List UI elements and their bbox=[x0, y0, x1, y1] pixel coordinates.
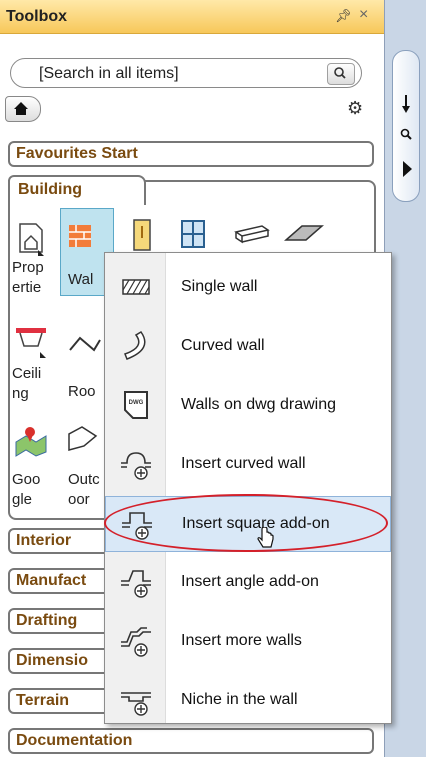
category-label: Drafting bbox=[16, 612, 78, 629]
search-box[interactable]: [Search in all items] bbox=[10, 58, 362, 88]
play-arrow-icon[interactable] bbox=[401, 159, 413, 179]
tool-label: Goo bbox=[12, 471, 41, 488]
wall-type-menu: Single wall Curved wall DWG Walls on dwg… bbox=[104, 252, 392, 724]
tool-label: gle bbox=[12, 491, 33, 508]
gear-icon[interactable]: ⚙ bbox=[347, 98, 363, 119]
tool-google[interactable]: Goo gle bbox=[10, 470, 60, 512]
google-map-icon[interactable] bbox=[14, 424, 50, 458]
menu-item-label: Niche in the wall bbox=[181, 691, 298, 708]
menu-item-insert-more-walls[interactable]: Insert more walls bbox=[105, 614, 391, 670]
slab-icon[interactable] bbox=[282, 222, 326, 246]
menu-item-dwg-walls[interactable]: DWG Walls on dwg drawing bbox=[105, 378, 391, 434]
menu-item-single-wall[interactable]: Single wall bbox=[105, 260, 391, 316]
breadcrumb: ⚙ bbox=[5, 96, 365, 122]
niche-icon bbox=[121, 692, 151, 716]
search-input[interactable]: [Search in all items] bbox=[39, 65, 179, 83]
tool-ceiling[interactable]: Ceili ng bbox=[10, 364, 60, 406]
tool-label: ng bbox=[12, 385, 29, 402]
home-button[interactable] bbox=[5, 96, 41, 122]
menu-item-insert-angle-add-on[interactable]: Insert angle add-on bbox=[105, 555, 391, 611]
menu-item-label: Insert angle add-on bbox=[181, 573, 319, 590]
category-building[interactable]: Building bbox=[8, 175, 146, 205]
roof-icon[interactable] bbox=[68, 334, 102, 354]
menu-item-label: Insert curved wall bbox=[181, 455, 306, 472]
pin-icon[interactable]: 📌︎ bbox=[335, 8, 352, 24]
menu-item-curved-wall[interactable]: Curved wall bbox=[105, 319, 391, 375]
category-documentation[interactable]: Documentation bbox=[8, 728, 374, 754]
menu-item-niche-in-wall[interactable]: Niche in the wall bbox=[105, 673, 391, 729]
outdoor-icon[interactable] bbox=[66, 424, 100, 454]
dwg-icon: DWG bbox=[124, 391, 148, 419]
tool-label: Prop bbox=[12, 259, 44, 276]
insert-angle-addon-icon bbox=[121, 570, 151, 598]
menu-item-label: Curved wall bbox=[181, 337, 265, 354]
tool-label: Outc bbox=[68, 471, 100, 488]
category-label: Terrain bbox=[16, 692, 70, 709]
home-icon bbox=[14, 102, 28, 115]
down-arrow-icon[interactable] bbox=[400, 93, 412, 115]
tool-label: oor bbox=[68, 491, 90, 508]
category-label: Dimensio bbox=[16, 652, 89, 669]
menu-item-label: Insert more walls bbox=[181, 632, 302, 649]
menu-item-label: Walls on dwg drawing bbox=[181, 396, 337, 413]
svg-text:DWG: DWG bbox=[129, 400, 144, 406]
walls-icon[interactable] bbox=[66, 222, 96, 252]
search-icon bbox=[334, 67, 346, 79]
curved-wall-icon bbox=[124, 330, 146, 360]
category-label: Manufact bbox=[16, 572, 87, 589]
tool-label: Wal bbox=[68, 271, 94, 288]
tool-label: Ceili bbox=[12, 365, 42, 382]
category-label: Favourites Start bbox=[16, 145, 138, 162]
menu-item-label: Single wall bbox=[181, 278, 258, 295]
hatched-wall-icon bbox=[122, 279, 150, 295]
category-label: Documentation bbox=[16, 732, 133, 749]
category-label: Building bbox=[18, 181, 82, 198]
search-button[interactable] bbox=[327, 63, 355, 85]
tool-label: Roo bbox=[68, 383, 96, 400]
menu-item-insert-curved-wall[interactable]: Insert curved wall bbox=[105, 437, 391, 493]
beam-icon[interactable] bbox=[232, 222, 272, 246]
tool-properties[interactable]: Prop ertie bbox=[10, 258, 60, 300]
tool-label: ertie bbox=[12, 279, 42, 296]
toolbox-title-bar: Toolbox 📌︎ × bbox=[0, 0, 384, 34]
insert-curved-wall-icon bbox=[121, 452, 151, 480]
properties-icon[interactable] bbox=[16, 222, 46, 256]
insert-more-walls-icon bbox=[121, 627, 151, 657]
search-small-icon[interactable] bbox=[399, 127, 413, 141]
category-favourites[interactable]: Favourites Start bbox=[8, 141, 374, 167]
ceiling-icon[interactable] bbox=[14, 324, 50, 360]
door-icon[interactable] bbox=[128, 218, 156, 254]
side-scroll-strip[interactable] bbox=[392, 50, 420, 202]
window-icon[interactable] bbox=[178, 218, 210, 252]
highlight-ellipse-annotation bbox=[104, 494, 388, 552]
category-label: Interior bbox=[16, 532, 72, 549]
close-button[interactable]: × bbox=[359, 6, 368, 24]
toolbox-title: Toolbox bbox=[6, 8, 68, 25]
